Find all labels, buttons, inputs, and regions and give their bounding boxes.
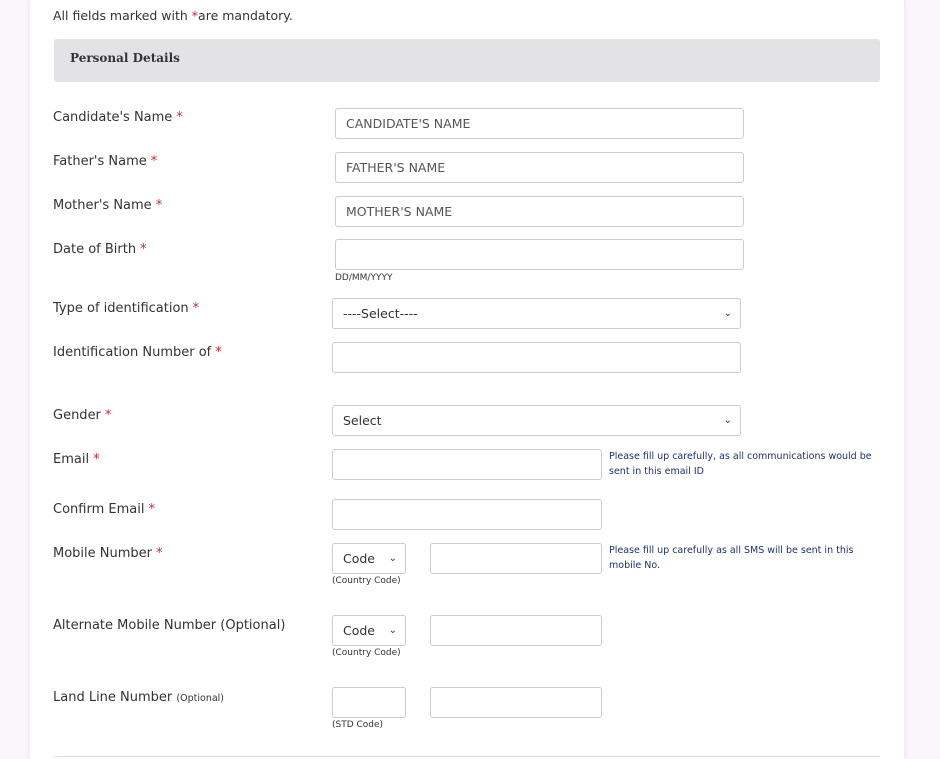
mobile-number-input[interactable] xyxy=(430,543,602,574)
required-marker: * xyxy=(148,502,155,517)
gender-label-text: Gender xyxy=(53,408,101,423)
landline-label: Land Line Number (Optional) xyxy=(53,690,224,705)
required-marker: * xyxy=(156,546,163,561)
father-name-input[interactable]: FATHER'S NAME xyxy=(335,152,744,183)
section-divider xyxy=(54,756,880,757)
mandatory-prefix: All fields marked with xyxy=(53,8,192,23)
alt-mobile-number-input[interactable] xyxy=(430,615,602,646)
mobile-code-hint: (Country Code) xyxy=(332,576,401,586)
email-label-text: Email xyxy=(53,452,90,467)
section-header: Personal Details xyxy=(54,39,880,82)
email-input[interactable] xyxy=(332,449,602,480)
alt-mobile-code-selected: Code xyxy=(343,623,376,638)
father-name-label-text: Father's Name xyxy=(53,154,147,169)
mobile-country-code-select[interactable]: Code ⌄ xyxy=(332,543,406,574)
email-label: Email * xyxy=(53,452,100,467)
id-type-label-text: Type of identification xyxy=(53,301,189,316)
landline-label-text: Land Line Number xyxy=(53,690,173,705)
landline-number-input[interactable] xyxy=(430,687,602,718)
alt-mobile-label: Alternate Mobile Number (Optional) xyxy=(53,618,285,633)
mobile-label-text: Mobile Number xyxy=(53,546,152,561)
dob-input[interactable] xyxy=(335,239,744,270)
id-number-label: Identification Number of * xyxy=(53,345,222,360)
id-number-label-text: Identification Number of xyxy=(53,345,212,360)
chevron-down-icon: ⌄ xyxy=(723,308,732,319)
required-marker: * xyxy=(150,154,158,169)
mandatory-suffix: are mandatory. xyxy=(198,8,293,23)
id-type-select[interactable]: ----Select---- ⌄ xyxy=(332,298,741,329)
chevron-down-icon: ⌄ xyxy=(388,625,397,636)
mother-name-label: Mother's Name * xyxy=(53,198,162,213)
section-title: Personal Details xyxy=(70,51,180,65)
mandatory-note: All fields marked with *are mandatory. xyxy=(53,8,293,23)
landline-std-hint: (STD Code) xyxy=(332,720,384,730)
id-number-input[interactable] xyxy=(332,342,741,373)
mobile-note: Please fill up carefully as all SMS will… xyxy=(609,545,854,571)
landline-std-input[interactable] xyxy=(332,687,406,718)
confirm-email-label-text: Confirm Email xyxy=(53,502,145,517)
required-marker: * xyxy=(155,198,163,213)
required-marker: * xyxy=(215,345,222,360)
mother-name-label-text: Mother's Name xyxy=(53,198,152,213)
candidate-name-label-text: Candidate's Name xyxy=(53,110,173,125)
gender-select[interactable]: Select ⌄ xyxy=(332,405,741,436)
confirm-email-label: Confirm Email * xyxy=(53,502,155,517)
landline-optional-suffix: (Optional) xyxy=(176,693,225,704)
required-marker: * xyxy=(176,110,183,125)
candidate-name-label: Candidate's Name * xyxy=(53,110,183,125)
alt-mobile-code-hint: (Country Code) xyxy=(332,648,401,658)
alt-mobile-country-code-select[interactable]: Code ⌄ xyxy=(332,615,406,646)
father-name-label: Father's Name * xyxy=(53,154,157,169)
confirm-email-input[interactable] xyxy=(332,499,602,530)
gender-selected: Select xyxy=(343,413,382,428)
gender-label: Gender * xyxy=(53,408,111,423)
required-marker: * xyxy=(104,408,112,423)
id-type-label: Type of identification * xyxy=(53,301,199,316)
candidate-name-input[interactable]: CANDIDATE'S NAME xyxy=(335,108,744,139)
mobile-label: Mobile Number * xyxy=(53,546,163,561)
alt-mobile-label-text: Alternate Mobile Number (Optional) xyxy=(53,618,286,633)
required-marker: * xyxy=(93,452,100,467)
required-marker: * xyxy=(192,301,200,316)
dob-format-hint: DD/MM/YYYY xyxy=(335,273,393,283)
chevron-down-icon: ⌄ xyxy=(723,415,732,426)
dob-label-text: Date of Birth xyxy=(53,242,137,257)
dob-label: Date of Birth * xyxy=(53,242,147,257)
mobile-code-selected: Code xyxy=(343,551,376,566)
mother-name-input[interactable]: MOTHER'S NAME xyxy=(335,196,744,227)
required-marker: * xyxy=(140,242,147,257)
chevron-down-icon: ⌄ xyxy=(388,553,397,564)
id-type-selected: ----Select---- xyxy=(343,306,418,321)
email-note: Please fill up carefully, as all communi… xyxy=(609,451,872,477)
